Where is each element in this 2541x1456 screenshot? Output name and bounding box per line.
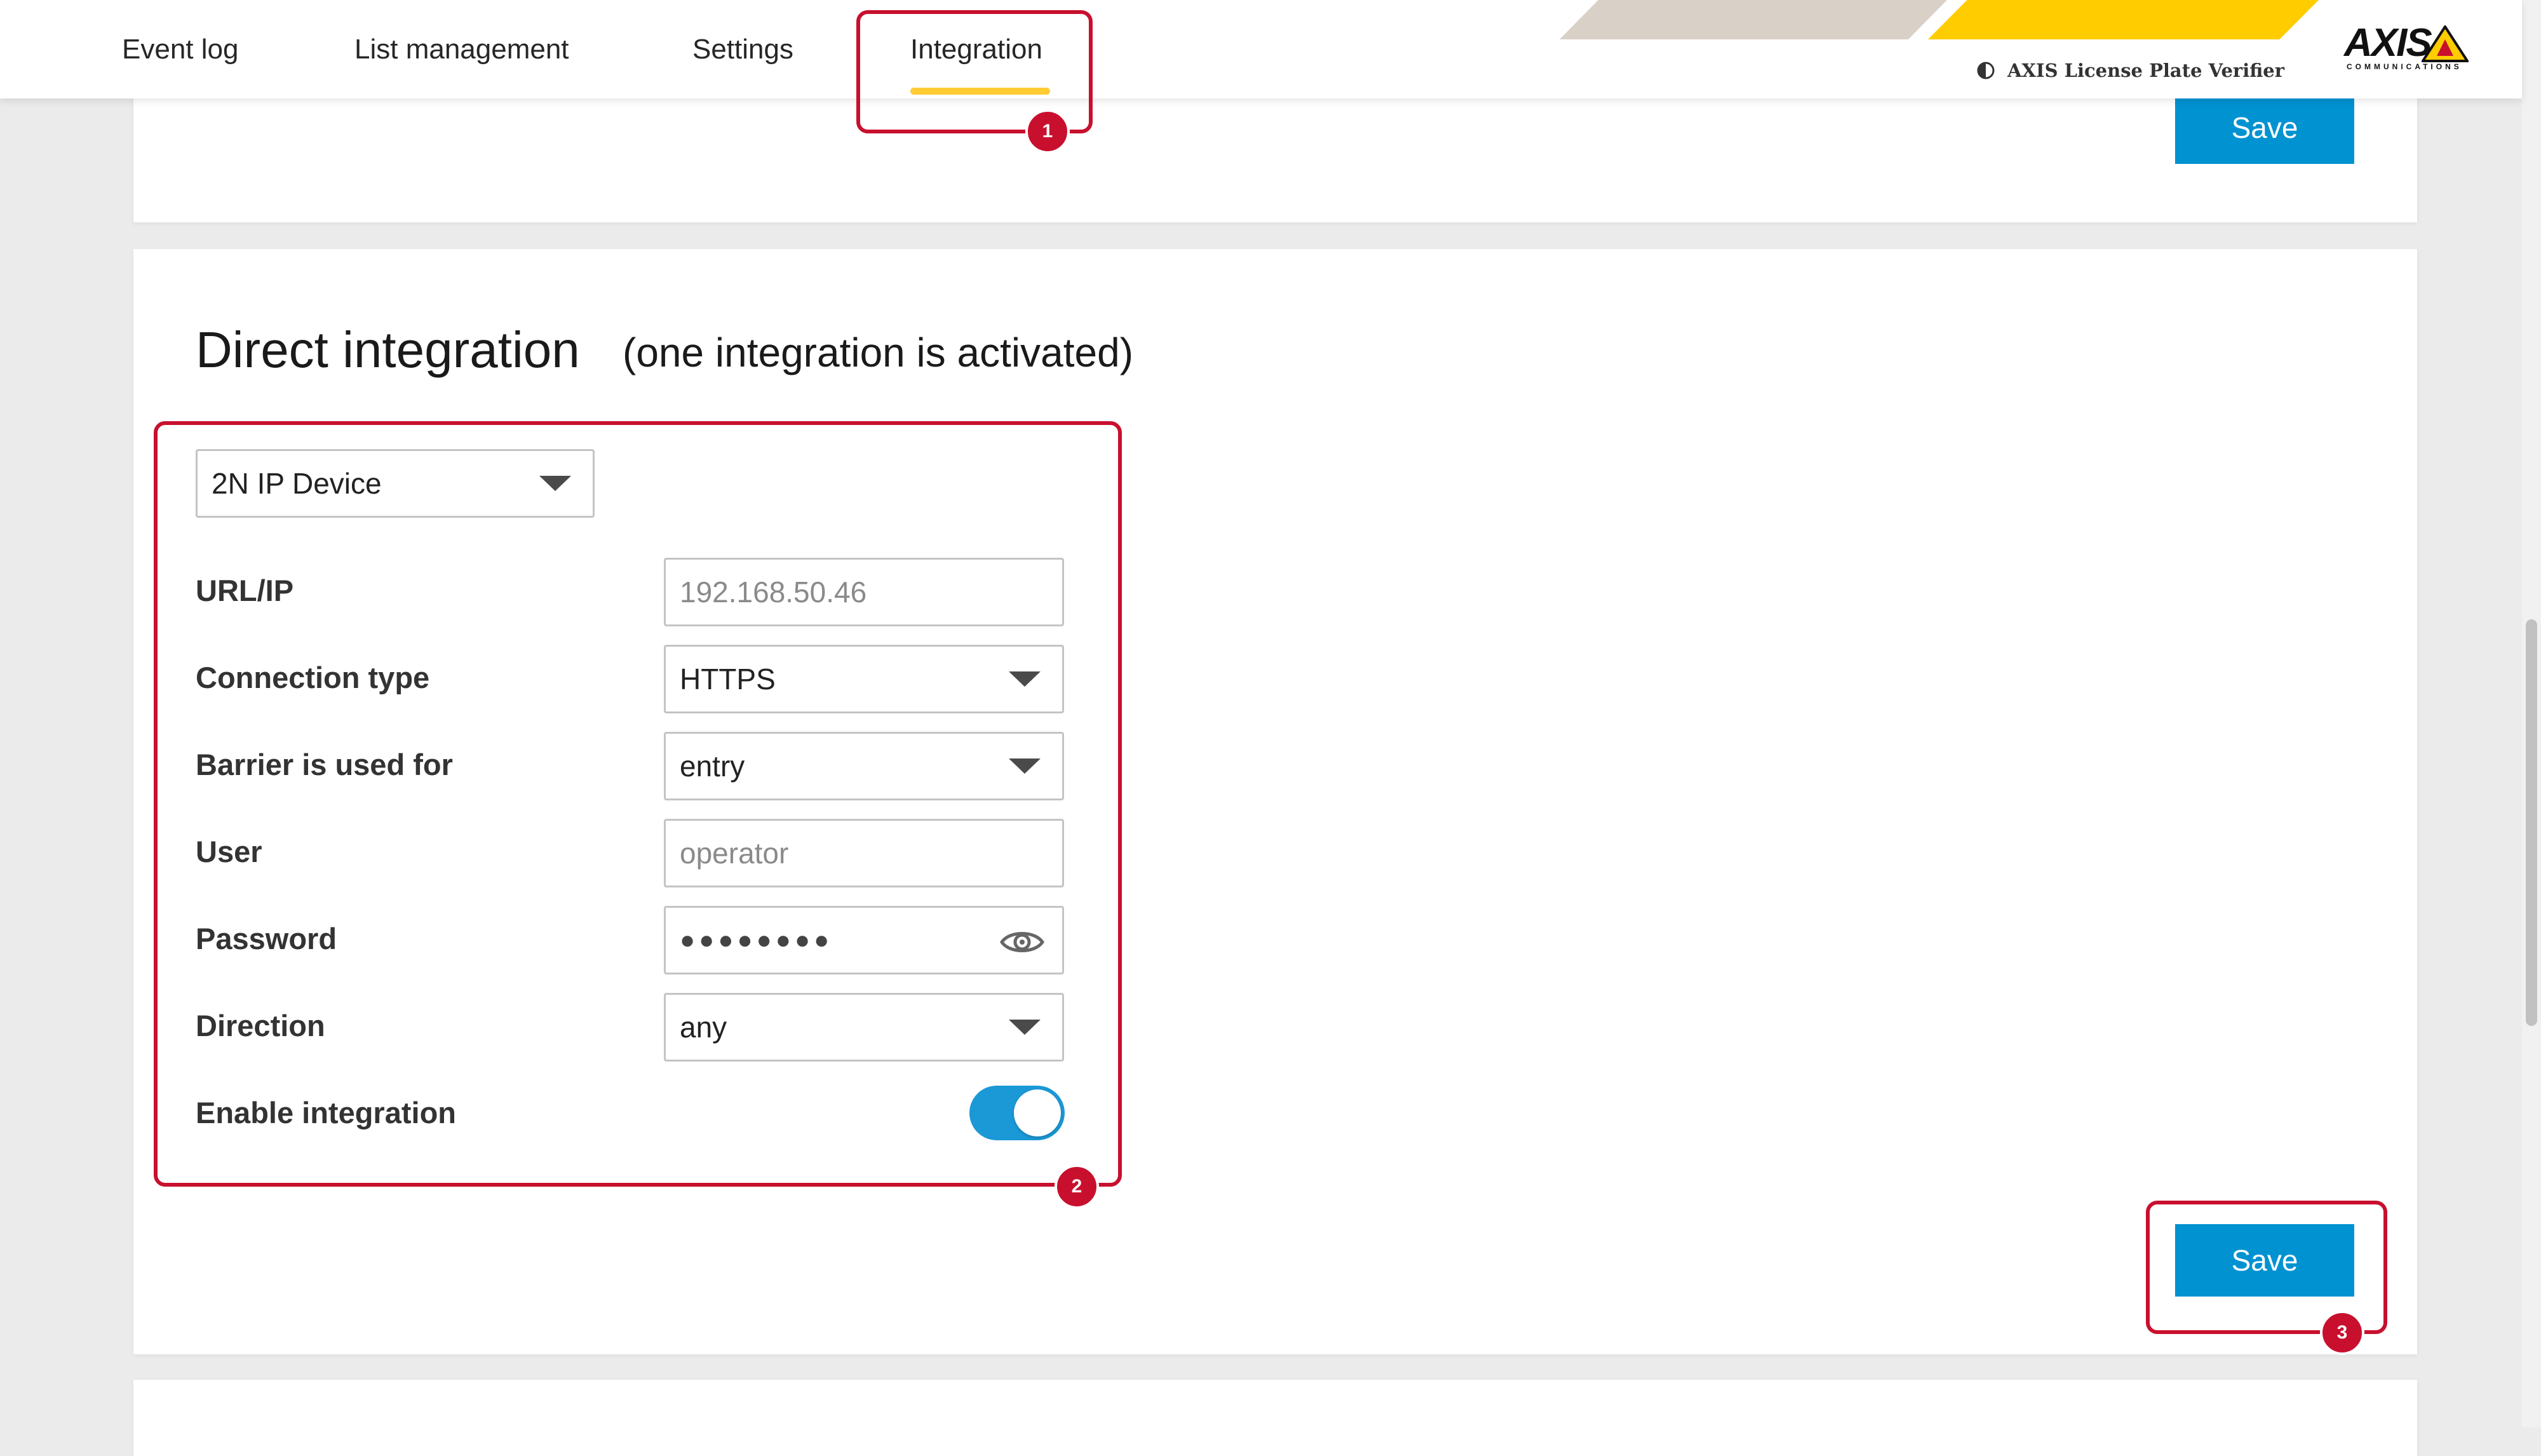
logo-word: AXIS [2344,21,2432,65]
logo-subtext: COMMUNICATIONS [2347,62,2462,71]
top-navigation-bar: Event log List management Settings Integ… [0,0,2522,98]
annotation-badge-1: 1 [1025,109,1070,154]
product-title: AXIS License Plate Verifier [1976,56,2284,85]
logo-triangle-icon [2422,25,2469,62]
form-highlight [154,421,1122,1187]
annotation-badge-3: 3 [2320,1311,2364,1355]
axis-logo: AXIS COMMUNICATIONS [2344,20,2471,75]
product-name: AXIS License Plate Verifier [2007,60,2285,81]
contrast-icon[interactable] [1976,60,1996,81]
tab-settings[interactable]: Settings [692,0,793,98]
tab-event-log[interactable]: Event log [122,0,238,98]
section-subtitle: (one integration is activated) [623,330,1133,375]
next-section-card [133,1380,2417,1456]
brand-stripe-grey [1560,0,1947,39]
section-title: Direct integration [196,321,580,378]
page-scrollbar[interactable] [2522,0,2541,1427]
annotation-badge-2: 2 [1055,1164,1099,1209]
brand-stripe-yellow [1928,0,2319,39]
save-button-top[interactable]: Save [2175,91,2354,164]
tab-list-management[interactable]: List management [354,0,569,98]
scrollbar-thumb[interactable] [2526,619,2537,1026]
